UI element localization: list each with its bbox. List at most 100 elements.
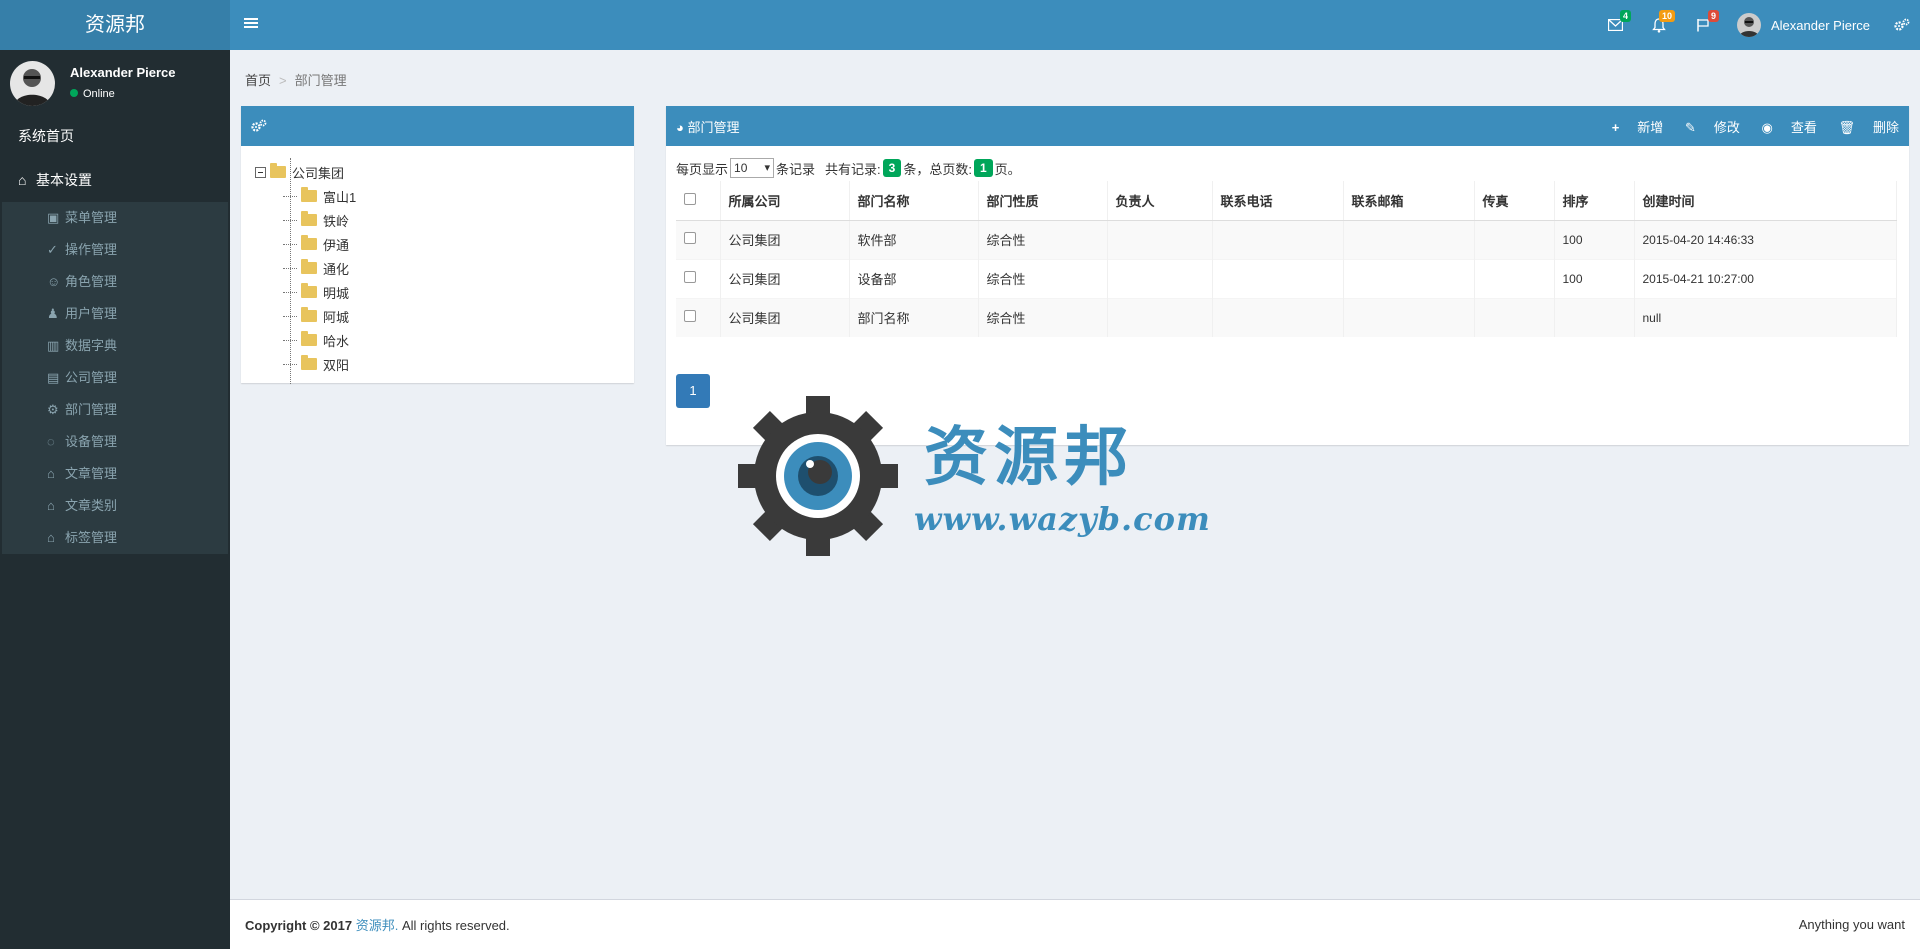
sidebar-user-name: Alexander Pierce	[70, 65, 176, 80]
tree-node[interactable]: 哈水	[255, 328, 634, 352]
status-text: Online	[83, 88, 115, 100]
table-row[interactable]: 公司集团 设备部 综合性 100 2015-04-21 10:27:00	[676, 258, 1897, 298]
sidebar-item-label: 文章类别	[65, 498, 118, 513]
delete-label: 删除	[1872, 119, 1899, 135]
column-header[interactable]: 传真	[1474, 181, 1555, 221]
page-1-button[interactable]: 1	[676, 374, 710, 408]
column-header[interactable]: 部门性质	[978, 181, 1108, 221]
row-checkbox[interactable]	[684, 271, 696, 283]
sidebar-item-label: 用户管理	[65, 306, 118, 321]
table-row[interactable]: 公司集团 部门名称 综合性 null	[676, 297, 1897, 337]
sidebar-item-9[interactable]: ⌂ 文章类别	[2, 490, 228, 522]
sidebar-item-label: 角色管理	[65, 274, 118, 289]
table-cell: 公司集团	[720, 297, 850, 337]
column-header[interactable]: 排序	[1554, 181, 1635, 221]
pages-unit: 页。	[994, 161, 1021, 177]
table-cell	[1343, 258, 1475, 298]
department-panel: ◕ 部门管理 +新增 ✎修改 ◉查看 🗑删除 每页显示 10 条记录 共有记录:…	[666, 106, 1909, 445]
tasks-button[interactable]: 9	[1681, 0, 1725, 50]
sidebar-item-1[interactable]: ✓ 操作管理	[2, 234, 228, 266]
row-checkbox[interactable]	[684, 310, 696, 323]
tree-root[interactable]: 公司集团	[255, 160, 634, 184]
tree-node-label[interactable]: 明城	[323, 283, 349, 302]
sidebar-item-label: 操作管理	[65, 242, 118, 257]
brand-link[interactable]: 资源邦.	[356, 918, 399, 933]
sidebar-item-8[interactable]: ⌂ 文章管理	[2, 458, 228, 490]
sidebar-item-2[interactable]: ☺ 角色管理	[2, 266, 228, 298]
tree-node[interactable]: 明城	[255, 280, 634, 304]
folder-icon	[301, 211, 317, 226]
table-row[interactable]: 公司集团 软件部 综合性 100 2015-04-20 14:46:33	[676, 219, 1897, 259]
folder-icon	[301, 259, 317, 274]
home-icon: ⌂	[47, 498, 55, 513]
user-menu[interactable]: Alexander Pierce	[1725, 0, 1884, 50]
sidebar-item-7[interactable]: ◌ 设备管理	[2, 426, 228, 458]
select-all-checkbox[interactable]	[684, 192, 696, 205]
tree-node-label[interactable]: 双阳	[323, 355, 349, 374]
tree-node[interactable]: 富山1	[255, 184, 634, 208]
table-cell: 公司集团	[720, 219, 850, 259]
tree-node-label[interactable]: 阿城	[323, 307, 349, 326]
add-button[interactable]: + 新增	[1612, 120, 1664, 135]
edit-button[interactable]: ✎ 修改	[1685, 120, 1740, 135]
sidebar-item-10[interactable]: ⌂ 标签管理	[2, 522, 228, 554]
sidebar-item-5[interactable]: ▤ 公司管理	[2, 362, 228, 394]
tree-node-label[interactable]: 通化	[323, 259, 349, 278]
app-logo[interactable]: 资源邦	[0, 0, 230, 50]
footer-right: Anything you want	[1798, 917, 1905, 932]
column-header[interactable]: 部门名称	[849, 181, 979, 221]
sidebar-item-6[interactable]: ⚙ 部门管理	[2, 394, 228, 426]
tree-node[interactable]: 通化	[255, 256, 634, 280]
sidebar-item-0[interactable]: ▣ 菜单管理	[2, 202, 228, 234]
sidebar-item-home[interactable]: 系统首页	[0, 114, 230, 158]
collapse-icon[interactable]	[255, 166, 266, 178]
toolbar: + 新增 ✎ 修改 ◉ 查看 🗑 删除	[1594, 117, 1899, 136]
sidebar-item-label: 菜单管理	[65, 210, 118, 225]
row-checkbox[interactable]	[684, 232, 696, 244]
folder-icon	[301, 283, 317, 298]
tree-node-label[interactable]: 公司集团	[292, 163, 344, 182]
column-header[interactable]: 联系邮箱	[1343, 181, 1475, 221]
breadcrumb-home[interactable]: 首页	[245, 73, 271, 88]
table-cell: 公司集团	[720, 258, 850, 298]
tree-node[interactable]: 伊通	[255, 232, 634, 256]
delete-button[interactable]: 🗑 删除	[1838, 120, 1899, 135]
watermark-url: www.wazyb.com	[914, 500, 1211, 538]
tree-node-label[interactable]: 铁岭	[323, 211, 349, 230]
department-panel-header: ◕ 部门管理 + 新增 ✎ 修改 ◉ 查看 🗑 删除	[666, 106, 1909, 146]
table-cell	[1107, 219, 1213, 259]
column-header[interactable]: 负责人	[1107, 181, 1213, 221]
column-header[interactable]: 联系电话	[1212, 181, 1344, 221]
sidebar-avatar	[10, 61, 55, 106]
table-cell: 综合性	[978, 297, 1108, 337]
tree-node[interactable]: 双阳	[255, 352, 634, 376]
sidebar-toggle-icon[interactable]	[244, 16, 258, 34]
sidebar-item-label: 文章管理	[65, 466, 118, 481]
settings-button[interactable]	[1884, 0, 1920, 50]
tree-node[interactable]: 铁岭	[255, 208, 634, 232]
sidebar-item-3[interactable]: ♟ 用户管理	[2, 298, 228, 330]
globe-icon: ◕	[676, 119, 684, 135]
tree-node-label[interactable]: 伊通	[323, 235, 349, 254]
table-cell	[1474, 297, 1555, 337]
tree-node-label[interactable]: 富山1	[323, 187, 356, 206]
view-button[interactable]: ◉ 查看	[1761, 120, 1816, 135]
folder-icon	[301, 355, 317, 370]
column-header[interactable]: 所属公司	[720, 181, 850, 221]
messages-button[interactable]: 4	[1593, 0, 1637, 50]
lightbulb-icon: ◌	[47, 434, 55, 449]
table-cell	[1212, 219, 1344, 259]
notifications-button[interactable]: 10	[1637, 0, 1681, 50]
row-select-cell	[676, 258, 721, 298]
tree-panel: 公司集团 富山1 铁岭伊通通化明城阿城哈水双阳	[241, 106, 634, 384]
sidebar-item-label: 部门管理	[65, 402, 118, 417]
briefcase-icon: ▤	[47, 370, 60, 385]
column-header[interactable]: 创建时间	[1634, 181, 1897, 221]
per-page-select[interactable]: 10	[730, 158, 775, 178]
edit-label: 修改	[1713, 119, 1740, 135]
tree-node-label[interactable]: 哈水	[323, 331, 349, 350]
tree-node[interactable]: 阿城	[255, 304, 634, 328]
home-icon: ⌂	[18, 172, 27, 188]
sidebar-item-4[interactable]: ▥ 数据字典	[2, 330, 228, 362]
sidebar-item-basic-settings[interactable]: ⌂ 基本设置	[0, 158, 230, 202]
